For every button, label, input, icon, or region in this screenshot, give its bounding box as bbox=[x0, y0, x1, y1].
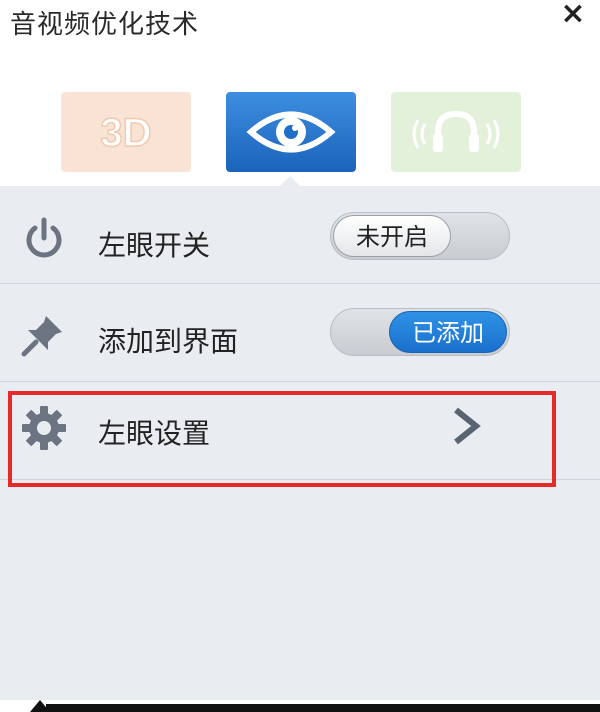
toggle-text: 未开启 bbox=[333, 215, 451, 257]
title-bar: 音视频优化技术 × bbox=[0, 0, 600, 52]
window-title: 音视频优化技术 bbox=[10, 10, 200, 40]
setting-row-left-eye-switch: 左眼开关 未开启 bbox=[0, 186, 600, 284]
pin-icon bbox=[21, 316, 62, 357]
mode-tabs: 3D bbox=[0, 52, 600, 186]
bottom-notch bbox=[30, 700, 50, 712]
power-icon bbox=[26, 217, 62, 258]
setting-label: 添加到界面 bbox=[98, 325, 239, 358]
3d-tab-label: 3D bbox=[100, 111, 151, 155]
bottom-edge bbox=[46, 704, 600, 712]
3d-icon: 3D bbox=[100, 110, 153, 156]
eye-icon bbox=[246, 111, 336, 153]
tab-eye[interactable] bbox=[226, 92, 356, 172]
highlight-box bbox=[8, 391, 556, 487]
tab-3d[interactable]: 3D bbox=[61, 92, 191, 172]
add-to-ui-toggle[interactable]: 已添加 bbox=[330, 308, 510, 356]
setting-row-add-to-ui: 添加到界面 已添加 bbox=[0, 284, 600, 382]
setting-label: 左眼开关 bbox=[98, 229, 211, 262]
tab-audio[interactable] bbox=[391, 92, 521, 172]
headphones-icon bbox=[412, 110, 500, 152]
left-eye-toggle[interactable]: 未开启 bbox=[330, 212, 510, 260]
close-button[interactable]: × bbox=[558, 0, 588, 30]
toggle-text: 已添加 bbox=[389, 311, 507, 353]
